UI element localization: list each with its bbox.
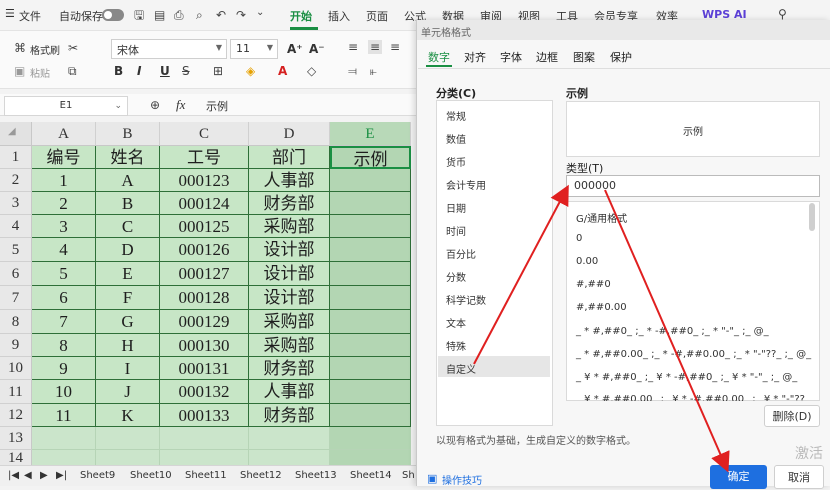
annotation-arrows — [473, 184, 730, 473]
arrow-to-ok-button — [604, 189, 730, 473]
arrow-to-type-input — [473, 184, 569, 365]
